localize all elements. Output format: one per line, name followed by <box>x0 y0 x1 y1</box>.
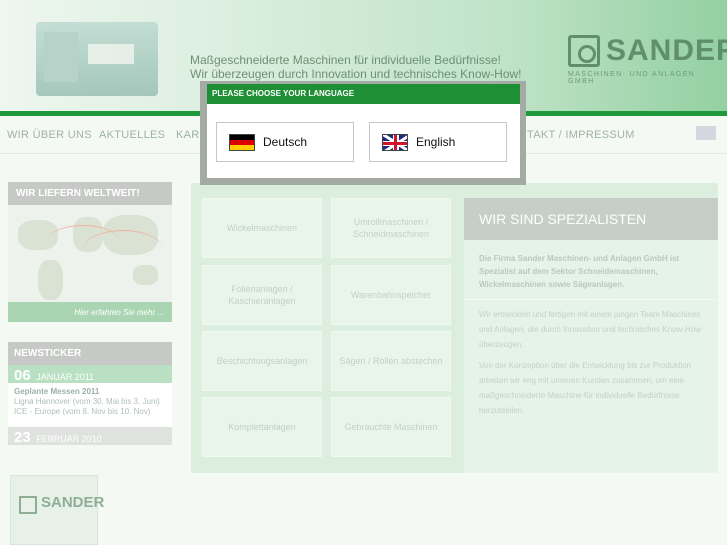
news-text-line2: ICE - Europe (vom 8. Nov bis 10. Nov) <box>14 407 151 416</box>
tile-wickelmaschinen[interactable]: Wickelmaschinen <box>202 198 322 258</box>
logo-mark-icon <box>19 496 37 514</box>
news-text: Ligna Hannover (vom 30. Mai bis 3. Juni)… <box>8 396 172 421</box>
tile-beschichtungsanlagen[interactable]: Beschichtungsanlagen <box>202 331 322 391</box>
specialists-paragraph: Von der Konzeption über die Entwicklung … <box>479 361 692 415</box>
tile-saegen[interactable]: Sägen / Rollen abstechen <box>331 331 451 391</box>
newsticker-title: NEWSTICKER <box>8 342 172 365</box>
machine-image <box>36 22 158 96</box>
tile-komplettanlagen[interactable]: Komplettanlagen <box>202 397 322 457</box>
tile-gebrauchte-maschinen[interactable]: Gebrauchte Maschinen <box>331 397 451 457</box>
deutsch-label: Deutsch <box>263 135 308 149</box>
news-month: JANUAR 2011 <box>36 372 95 382</box>
specialists-panel: WIR SIND SPEZIALISTEN Die Firma Sander M… <box>464 198 718 473</box>
english-label: English <box>416 135 456 149</box>
specialists-lead: Die Firma Sander Maschinen- und Anlagen … <box>479 254 680 289</box>
news-month: FEBRUAR 2010 <box>36 434 102 444</box>
german-flag-icon <box>229 133 255 151</box>
left-column: WIR LIEFERN WELTWEIT! Hier erfahren Sie … <box>8 182 172 446</box>
specialists-paragraph: Wir entwickeln und fertigen mit einem ju… <box>479 310 701 349</box>
tile-umrollmaschinen[interactable]: Umrollmaschinen / Schneidmaschinen <box>331 198 451 258</box>
news-headline[interactable]: Geplante Messen 2011 <box>8 383 172 396</box>
worldwide-title: WIR LIEFERN WELTWEIT! <box>8 182 172 205</box>
logo-subtitle: MASCHINEN- UND ANLAGEN GMBH <box>568 71 696 85</box>
news-date: 23 FEBRUAR 2010 <box>8 427 172 446</box>
worldwide-box[interactable]: WIR LIEFERN WELTWEIT! Hier erfahren Sie … <box>8 182 172 322</box>
nav-item-kontakt-impressum[interactable]: TAKT / IMPRESSUM <box>527 129 635 141</box>
news-day: 23 <box>14 429 31 446</box>
news-text-line1: Ligna Hannover (vom 30. Mai bis 3. Juni) <box>14 397 160 406</box>
specialists-title: WIR SIND SPEZIALISTEN <box>464 198 718 240</box>
nav-item-aktuelles[interactable]: AKTUELLES <box>99 129 165 141</box>
english-button[interactable]: English <box>369 122 507 162</box>
world-map-image: Hier erfahren Sie mehr ... <box>8 205 172 322</box>
tagline-line2: Wir überzeugen durch Innovation und tech… <box>190 67 522 81</box>
logo-mark-icon <box>568 35 600 67</box>
tile-warenbahnspeicher[interactable]: Warenbahnspeicher <box>331 265 451 325</box>
bottom-logo-image: SANDER <box>10 475 104 545</box>
dialog-title: PLEASE CHOOSE YOUR LANGUAGE <box>207 84 520 104</box>
tile-folienanlagen[interactable]: Folienanlagen / Kaschieranlagen <box>202 265 322 325</box>
logo-name: SANDER <box>606 34 727 67</box>
language-dialog: PLEASE CHOOSE YOUR LANGUAGE Deutsch Engl… <box>207 84 520 178</box>
worldwide-more-link[interactable]: Hier erfahren Sie mehr ... <box>8 302 172 322</box>
deutsch-button[interactable]: Deutsch <box>216 122 354 162</box>
news-date: 06 JANUAR 2011 <box>8 365 172 384</box>
sander-logo[interactable]: SANDER MASCHINEN- UND ANLAGEN GMBH <box>568 34 727 85</box>
tagline: Maßgeschneiderte Maschinen für individue… <box>190 53 522 81</box>
bottom-logo-name: SANDER <box>41 494 105 511</box>
nav-item-wir-ueber-uns[interactable]: WIR ÜBER UNS <box>7 129 92 141</box>
tagline-line1: Maßgeschneiderte Maschinen für individue… <box>190 53 501 67</box>
newsticker: NEWSTICKER 06 JANUAR 2011 Geplante Messe… <box>8 342 172 446</box>
main-content: Wickelmaschinen Umrollmaschinen / Schnei… <box>191 183 718 473</box>
uk-flag-icon <box>382 133 408 151</box>
news-day: 06 <box>14 367 31 384</box>
uk-flag-icon[interactable] <box>696 126 716 140</box>
